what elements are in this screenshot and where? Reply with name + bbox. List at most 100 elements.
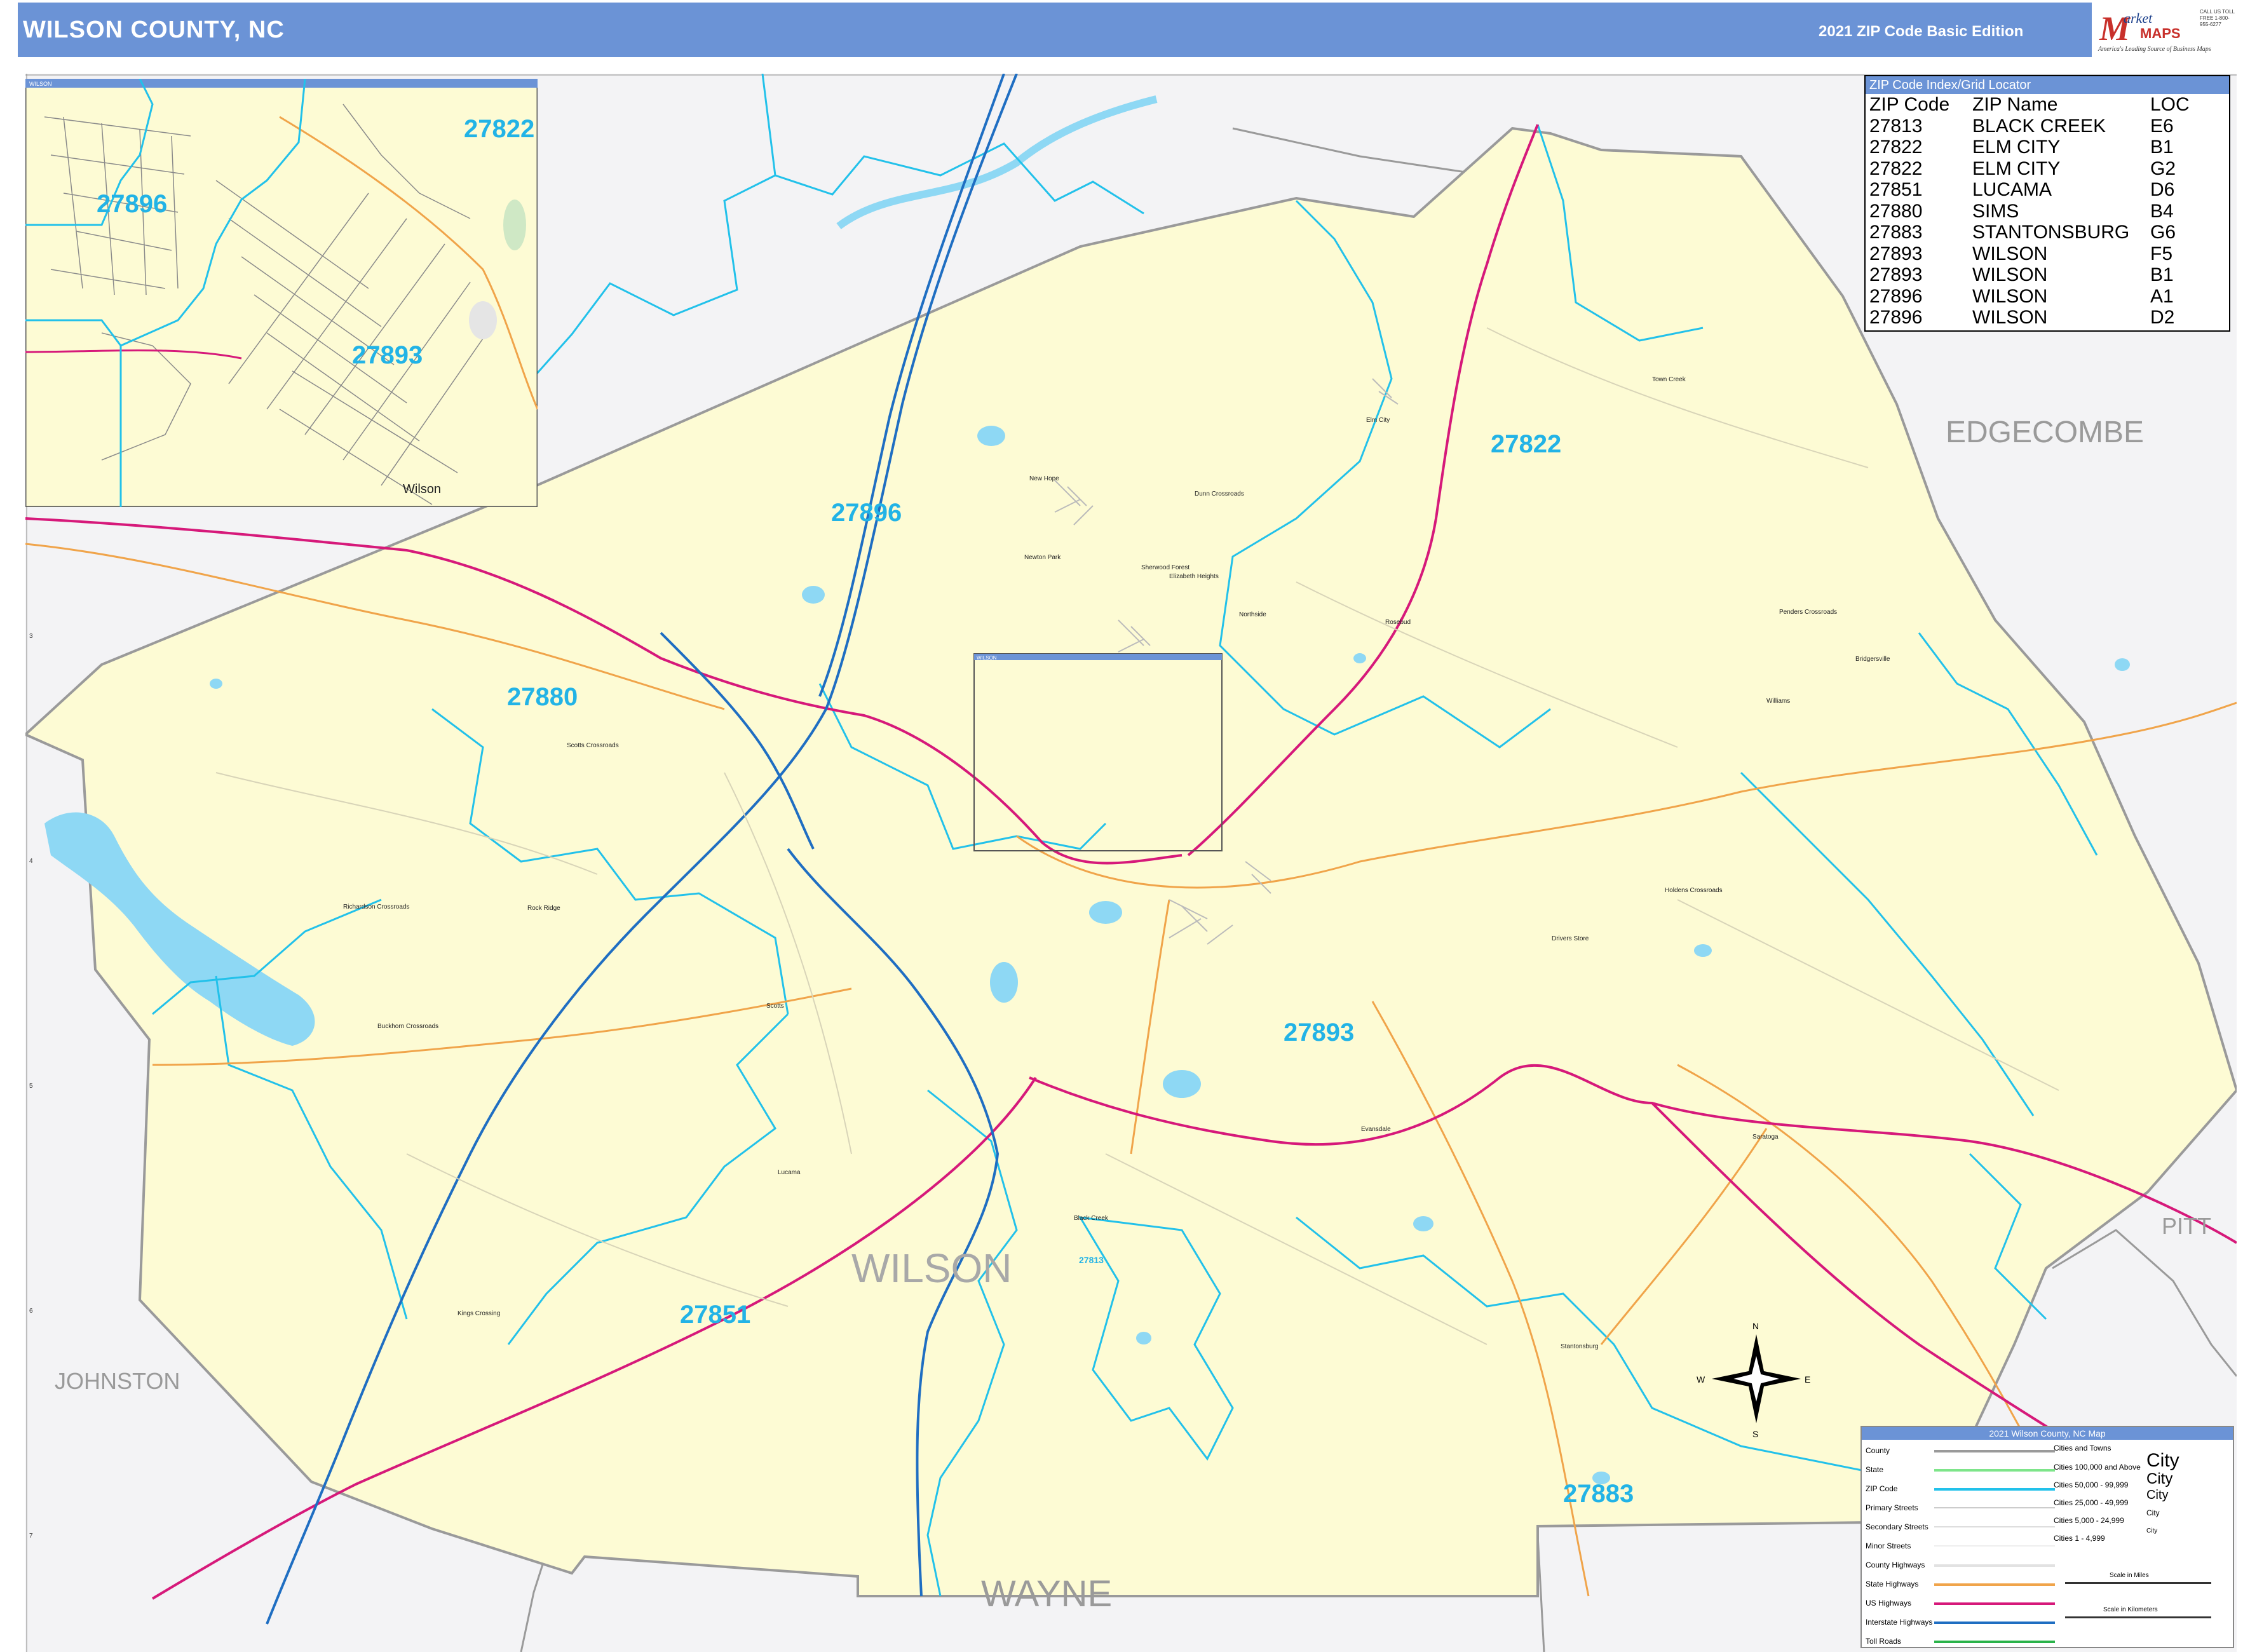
- grid-col-label: G: [1464, 74, 1469, 76]
- place-elm-city: Elm City: [1366, 417, 1390, 424]
- zip-index-name: WILSON: [1972, 264, 2048, 285]
- legend-scale-bar-miles: [2065, 1582, 2211, 1584]
- legend-city-class-2: Cities 50,000 - 99,999: [2054, 1480, 2129, 1489]
- zip-index-row: 27822 ELM CITY G2: [1866, 158, 2229, 180]
- legend-city-sample-2: City: [2146, 1470, 2173, 1487]
- zip-index-loc: G6: [2150, 222, 2176, 243]
- place-new-hope: New Hope: [1029, 475, 1059, 482]
- legend-swatch-zip: [1934, 1488, 2055, 1491]
- legend-minor-streets: Minor Streets: [1866, 1541, 1911, 1550]
- legend-zip: ZIP Code: [1866, 1484, 1898, 1493]
- place-williams: Williams: [1766, 698, 1790, 705]
- place-kings-crossing: Kings Crossing: [457, 1310, 500, 1317]
- zip-index-row: 27896 WILSON D2: [1866, 307, 2229, 328]
- zip-index-name: LUCAMA: [1972, 179, 2052, 200]
- legend-city-sample-5: City: [2146, 1527, 2158, 1534]
- zip-index-loc: D2: [2150, 307, 2175, 328]
- grid-row-label: 4: [29, 858, 33, 865]
- legend-city-sample-4: City: [2146, 1508, 2160, 1517]
- place-rock-ridge: Rock Ridge: [527, 905, 560, 912]
- county-label-johnston: JOHNSTON: [55, 1368, 180, 1394]
- place-richardson-crossroads: Richardson Crossroads: [343, 904, 410, 911]
- grid-row-label: 3: [29, 633, 33, 640]
- place-scotts: Scotts: [766, 1003, 784, 1010]
- legend-state: State: [1866, 1465, 1884, 1474]
- legend-city-class-5: Cities 1 - 4,999: [2054, 1534, 2105, 1543]
- place-dunn-crossroads: Dunn Crossroads: [1195, 491, 1244, 498]
- legend-secondary-streets: Secondary Streets: [1866, 1522, 1928, 1531]
- place-stantonsburg: Stantonsburg: [1561, 1343, 1599, 1350]
- zip-index-header-row: ZIP Code ZIP Name LOC: [1866, 94, 2229, 116]
- legend-us-highways: US Highways: [1866, 1599, 1912, 1608]
- inset-title: WILSON: [29, 81, 52, 87]
- zip-index-loc: B4: [2150, 200, 2174, 222]
- grid-col-label: D: [801, 74, 805, 76]
- inset-city-wilson: Wilson: [403, 482, 441, 496]
- zip-label-27893: 27893: [1284, 1019, 1354, 1046]
- grid-col-label: A: [137, 74, 142, 76]
- zip-index-loc: D6: [2150, 179, 2175, 200]
- header-bar: WILSON COUNTY, NC 2021 ZIP Code Basic Ed…: [18, 3, 2237, 57]
- zip-index-loc: E6: [2150, 115, 2174, 137]
- legend-swatch-toll: [1934, 1641, 2055, 1643]
- legend-scale-miles: Scale in Miles: [2110, 1572, 2149, 1579]
- zip-index-table: ZIP Code Index/Grid Locator ZIP Code ZIP…: [1864, 75, 2230, 332]
- legend-swatch-secondary: [1934, 1526, 2055, 1527]
- legend-city-sample-3: City: [2146, 1488, 2169, 1502]
- place-scotts-crossroads: Scotts Crossroads: [567, 742, 619, 749]
- county-label-wayne: WAYNE: [981, 1573, 1112, 1615]
- inset-park: [503, 200, 526, 250]
- grid-col-label: H: [1685, 74, 1690, 76]
- zip-index-loc: B1: [2150, 137, 2174, 158]
- zip-index-row: 27893 WILSON F5: [1866, 243, 2229, 265]
- place-newton-park: Newton Park: [1024, 554, 1061, 561]
- place-penders-crossroads: Penders Crossroads: [1779, 609, 1837, 616]
- zip-index-name: ELM CITY: [1972, 158, 2061, 179]
- inset-zip-27896: 27896: [97, 190, 167, 218]
- grid-col-label: F: [1243, 74, 1247, 76]
- legend-cities-header: Cities and Towns: [2054, 1444, 2111, 1452]
- place-evansdale: Evansdale: [1361, 1126, 1391, 1133]
- county-label-pitt: PITT: [2162, 1213, 2211, 1239]
- place-elizabeth-heights: Elizabeth Heights: [1169, 573, 1219, 580]
- grid-row-label: 7: [29, 1533, 33, 1540]
- map-legend: 2021 Wilson County, NC Map County State …: [1860, 1426, 2234, 1648]
- place-holdens-crossroads: Holdens Crossroads: [1665, 887, 1723, 894]
- zip-index-name: WILSON: [1972, 285, 2048, 307]
- inset-locator-label: WILSON: [977, 655, 997, 661]
- zip-label-27822: 27822: [1491, 430, 1561, 458]
- legend-interstate-highways: Interstate Highways: [1866, 1618, 1933, 1627]
- zip-index-row: 27851 LUCAMA D6: [1866, 179, 2229, 201]
- compass-s: S: [1752, 1429, 1758, 1439]
- legend-state-highways: State Highways: [1866, 1580, 1919, 1588]
- map-title: WILSON COUNTY, NC: [23, 17, 285, 43]
- zip-index-col-name: ZIP Name: [1972, 94, 2058, 115]
- legend-swatch-primary: [1934, 1507, 2055, 1508]
- zip-index-loc: F5: [2150, 243, 2173, 264]
- compass-w: W: [1697, 1374, 1705, 1385]
- zip-index-row: 27813 BLACK CREEK E6: [1866, 116, 2229, 137]
- edition-label: 2021 ZIP Code Basic Edition: [1819, 23, 2024, 40]
- legend-swatch-state: [1934, 1469, 2055, 1472]
- inset-titlebar: [25, 79, 538, 88]
- place-saratoga: Saratoga: [1752, 1134, 1779, 1141]
- zip-index-row: 27896 WILSON A1: [1866, 286, 2229, 308]
- zip-index-name: BLACK CREEK: [1972, 115, 2106, 137]
- grid-col-label: B: [358, 74, 363, 76]
- zip-label-27896: 27896: [831, 499, 902, 527]
- legend-primary-streets: Primary Streets: [1866, 1503, 1918, 1512]
- zip-index-row: 27822 ELM CITY B1: [1866, 137, 2229, 158]
- grid-row-label: 6: [29, 1308, 33, 1315]
- legend-title: 2021 Wilson County, NC Map: [1862, 1427, 2233, 1440]
- legend-county: County: [1866, 1446, 1890, 1455]
- place-northside: Northside: [1239, 611, 1266, 618]
- place-lucama: Lucama: [778, 1169, 801, 1176]
- legend-swatch-county: [1934, 1450, 2055, 1452]
- inset-locator-titlebar: [974, 654, 1222, 660]
- grid-col-label: C: [579, 74, 584, 76]
- inset-map[interactable]: WILSON 27822 27896 27893 Wilson: [25, 79, 538, 507]
- logo-contact: CALL US TOLL FREE 1-800-955-6277: [2200, 9, 2235, 27]
- zip-index-loc: G2: [2150, 158, 2176, 179]
- legend-swatch-minor: [1934, 1545, 2055, 1547]
- market-maps-logo[interactable]: M arket MAPS America's Leading Source of…: [2092, 3, 2237, 57]
